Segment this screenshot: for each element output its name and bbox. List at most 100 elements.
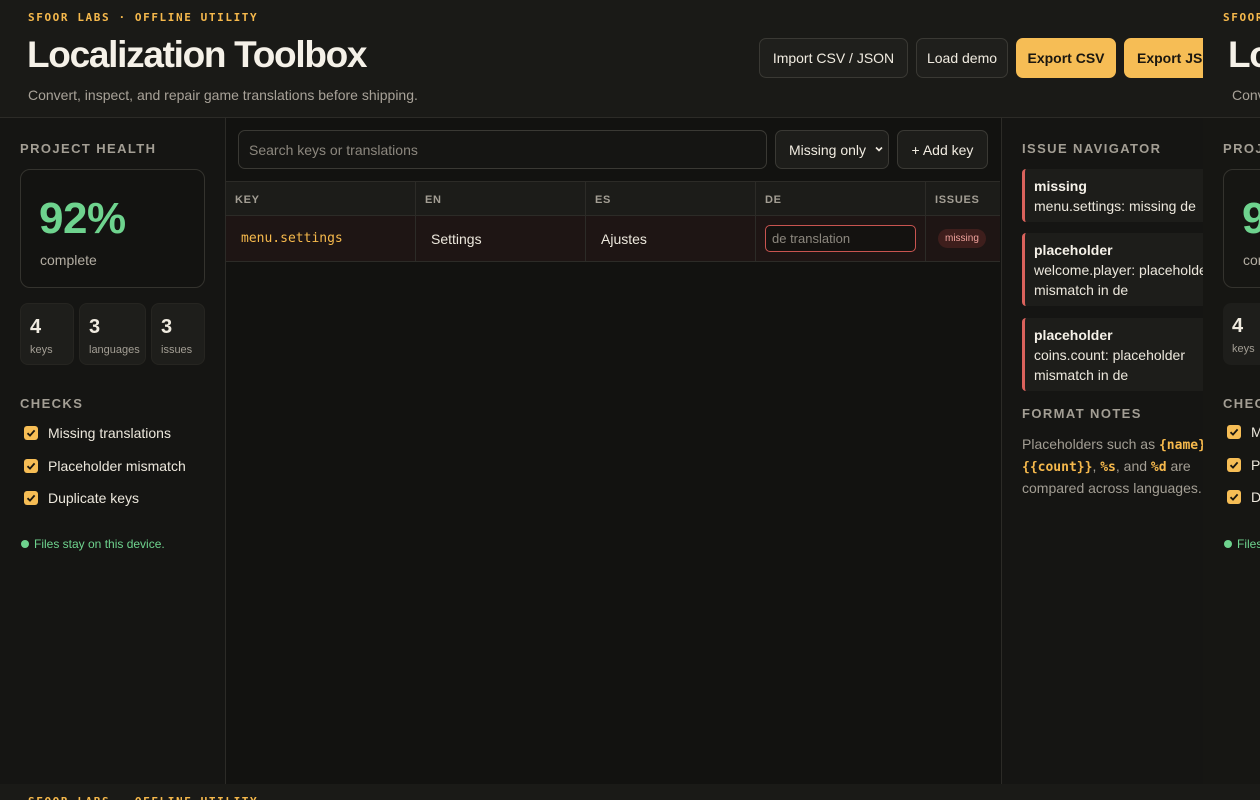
duplicate-eyebrow: SFOOR LABS · OFFLINE UTILITY — [28, 795, 258, 800]
duplicate-check: Placeholder mismatch — [1227, 457, 1260, 473]
check-missing-translations[interactable]: Missing translations — [24, 424, 171, 442]
checkbox-checked-icon[interactable] — [24, 426, 38, 440]
app-window: SFOOR LABS · OFFLINE UTILITY Localizatio… — [0, 0, 1203, 784]
placeholder-code: %d — [1150, 460, 1167, 475]
issue-type: placeholder — [1034, 242, 1113, 258]
add-key-button[interactable]: + Add key — [897, 130, 988, 169]
checkbox-checked-icon[interactable] — [24, 491, 38, 505]
page-subtitle: Convert, inspect, and repair game transl… — [28, 87, 418, 103]
status-dot-icon — [1224, 540, 1232, 548]
check-label: Duplicate keys — [1251, 489, 1260, 505]
check-label: Missing translations — [48, 425, 171, 441]
format-notes-heading: FORMAT NOTES — [1022, 406, 1142, 421]
checkbox-checked-icon — [1227, 490, 1241, 504]
offline-status-text: Files stay on this device. — [34, 537, 165, 551]
column-header-issues: ISSUES — [935, 193, 980, 206]
column-header-es: ES — [586, 182, 756, 217]
format-notes-text: Placeholders such as {name}, {{count}}, … — [1022, 434, 1203, 498]
stat-issues: 3 issues — [151, 303, 205, 365]
stat-value: 4 — [30, 316, 42, 338]
health-card: 92% complete — [20, 169, 205, 288]
brand-eyebrow: SFOOR LABS · OFFLINE UTILITY — [28, 11, 259, 24]
column-header-en: EN — [416, 182, 586, 217]
stat-keys: 4 keys — [20, 303, 74, 365]
issue-item[interactable]: placeholder coins.count: placeholder mis… — [1022, 318, 1203, 391]
cell-es: Ajustes — [586, 216, 756, 261]
duplicate-check: Missing translations — [1227, 424, 1260, 440]
stat-label: languages — [89, 344, 140, 356]
completion-percent: 92% — [39, 194, 126, 243]
export-csv-button[interactable]: Export CSV — [1016, 38, 1116, 78]
search-input[interactable] — [238, 130, 767, 169]
duplicate-offline-status: Files stay on this device. — [1224, 537, 1260, 551]
cell-issues: missing — [926, 216, 1000, 261]
tiled-duplicate-right: SFOOR LABS · OFFLINE UTILITY Localizatio… — [1203, 0, 1260, 784]
duplicate-title: Localization Toolbox — [1228, 34, 1260, 75]
check-label: Missing translations — [1251, 424, 1260, 440]
duplicate-health-heading: PROJECT HEALTH — [1223, 141, 1260, 156]
duplicate-stat: 4 keys — [1223, 303, 1260, 365]
cell-en: Settings — [416, 216, 586, 261]
tiled-duplicate-bottom: SFOOR LABS · OFFLINE UTILITY — [0, 784, 1260, 800]
import-button[interactable]: Import CSV / JSON — [759, 38, 908, 78]
issue-item[interactable]: missing menu.settings: missing de — [1022, 169, 1203, 222]
check-label: Placeholder mismatch — [1251, 457, 1260, 473]
duplicate-complete: complete — [1243, 252, 1260, 268]
checkbox-checked-icon — [1227, 425, 1241, 439]
de-translation-input[interactable] — [765, 225, 916, 252]
placeholder-code: {{count}} — [1022, 460, 1093, 475]
main-panel: Missing only + Add key KEY EN ES DE ISSU… — [226, 118, 1001, 784]
table-header: KEY EN ES DE ISSUES — [226, 181, 1000, 217]
cell-key: menu.settings — [226, 216, 416, 261]
stat-label: keys — [1232, 343, 1255, 355]
load-demo-button[interactable]: Load demo — [916, 38, 1008, 78]
filter-selected-value: Missing only — [789, 141, 867, 158]
completion-label: complete — [40, 252, 97, 268]
stat-value: 3 — [89, 316, 101, 338]
stat-value: 3 — [161, 316, 173, 338]
check-label: Placeholder mismatch — [48, 458, 186, 474]
duplicate-health-card: 92% complete — [1223, 169, 1260, 288]
issue-message: menu.settings: missing de — [1034, 198, 1196, 214]
checks-heading: CHECKS — [20, 396, 84, 411]
issue-navigator-heading: ISSUE NAVIGATOR — [1022, 141, 1162, 156]
checkbox-checked-icon — [1227, 458, 1241, 472]
duplicate-checks-heading: CHECKS — [1223, 396, 1260, 411]
issue-type: placeholder — [1034, 327, 1113, 343]
notes-prefix: Placeholders such as — [1022, 436, 1159, 452]
issue-filter-select[interactable]: Missing only — [775, 130, 889, 169]
export-json-button[interactable]: Export JSON — [1124, 38, 1203, 78]
table-row: menu.settings Settings Ajustes missing — [226, 216, 1000, 262]
stat-value: 4 — [1232, 315, 1244, 337]
duplicate-eyebrow: SFOOR LABS · OFFLINE UTILITY — [1223, 11, 1260, 24]
project-health-heading: PROJECT HEALTH — [20, 141, 157, 156]
issue-message: welcome.player: placeholder mismatch in … — [1034, 262, 1203, 298]
check-placeholder-mismatch[interactable]: Placeholder mismatch — [24, 457, 186, 475]
stat-languages: 3 languages — [79, 303, 146, 365]
placeholder-code: %s — [1100, 460, 1116, 475]
checkbox-checked-icon[interactable] — [24, 459, 38, 473]
right-sidebar: ISSUE NAVIGATOR missing menu.settings: m… — [1001, 118, 1203, 784]
cell-de — [756, 216, 926, 261]
duplicate-header: SFOOR LABS · OFFLINE UTILITY Localizatio… — [1203, 0, 1260, 118]
duplicate-offline-text: Files stay on this device. — [1237, 537, 1260, 551]
stat-label: keys — [30, 344, 53, 356]
status-dot-icon — [21, 540, 29, 548]
notes-and: , and — [1115, 458, 1151, 474]
check-label: Duplicate keys — [48, 490, 140, 506]
offline-status: Files stay on this device. — [21, 537, 165, 551]
duplicate-subtitle: Convert, inspect, and repair game transl… — [1232, 87, 1260, 103]
issue-item[interactable]: placeholder welcome.player: placeholder … — [1022, 233, 1203, 306]
app-header: SFOOR LABS · OFFLINE UTILITY Localizatio… — [0, 0, 1203, 118]
chevron-down-icon — [875, 146, 883, 152]
status-badge: missing — [938, 229, 986, 248]
issue-message: coins.count: placeholder mismatch in de — [1034, 347, 1185, 383]
issue-type: missing — [1034, 178, 1087, 194]
duplicate-check: Duplicate keys — [1227, 489, 1260, 505]
left-sidebar: PROJECT HEALTH 92% complete 4 keys 3 lan… — [0, 118, 226, 784]
check-duplicate-keys[interactable]: Duplicate keys — [24, 489, 139, 507]
column-header-de: DE — [756, 182, 926, 217]
stat-label: issues — [161, 344, 193, 356]
page-title: Localization Toolbox — [27, 34, 368, 75]
duplicate-percent: 92% — [1242, 194, 1260, 243]
